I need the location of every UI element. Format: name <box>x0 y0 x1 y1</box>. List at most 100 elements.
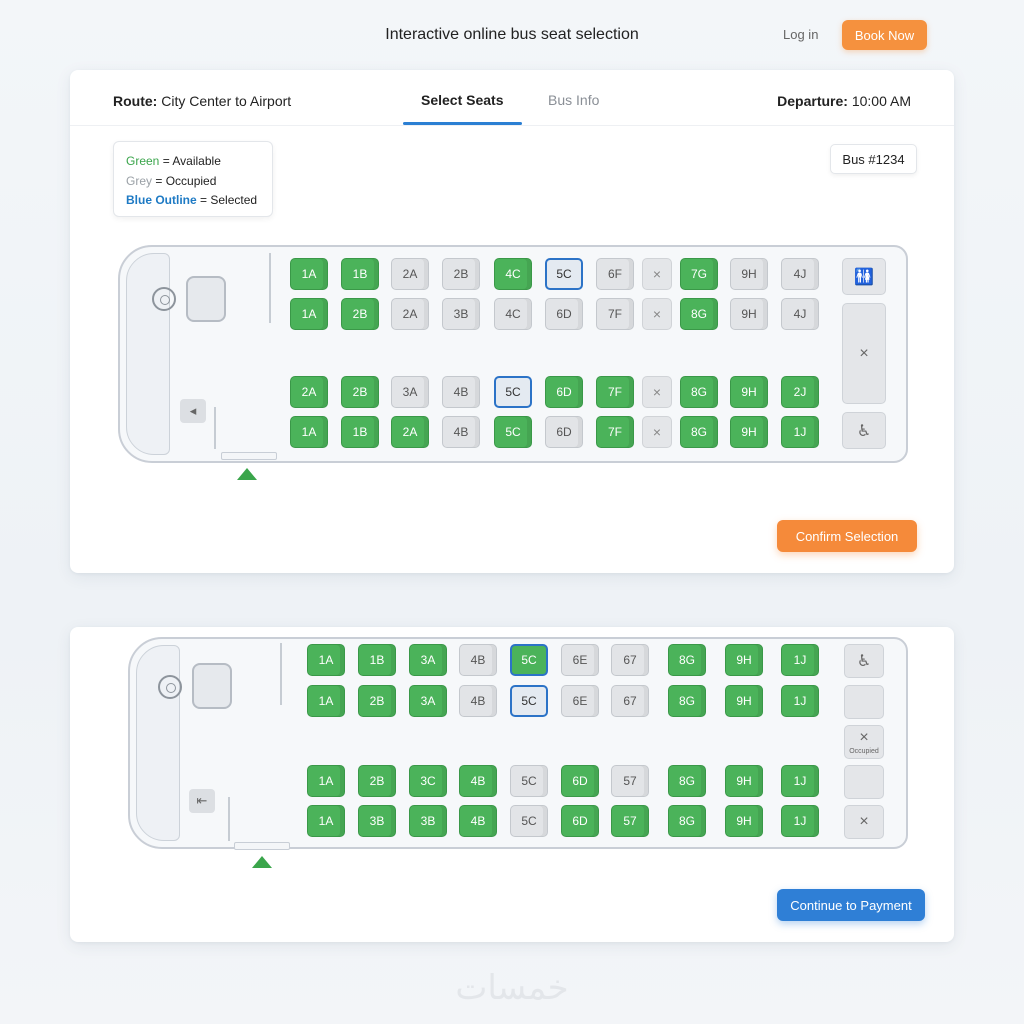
seat-3c[interactable]: 3C <box>409 765 447 797</box>
bus-layout: ⇤ 1A 1B 3A 4B 5C 6E 67 8G 9H 1J 1A 2B 3A 4B 5C 6E 67 8G 9H… <box>128 637 908 850</box>
seat-8g[interactable]: 8G <box>668 685 706 717</box>
seat-57[interactable]: 57 <box>611 805 649 837</box>
seat-1b[interactable]: 1B <box>341 258 379 290</box>
seat-4c[interactable]: 4C <box>494 298 532 330</box>
confirm-selection-button[interactable]: Confirm Selection <box>777 520 917 552</box>
seat-7f[interactable]: 7F <box>596 376 634 408</box>
seat-67[interactable]: 67 <box>611 644 649 676</box>
wheelchair-icon: ♿ <box>842 412 886 449</box>
book-now-button[interactable]: Book Now <box>842 20 927 50</box>
seat-3a[interactable]: 3A <box>409 644 447 676</box>
seat-5c[interactable]: 5C <box>494 376 532 408</box>
seat-3b[interactable]: 3B <box>409 805 447 837</box>
seat-9h[interactable]: 9H <box>725 805 763 837</box>
seat-8g[interactable]: 8G <box>668 644 706 676</box>
seat-9h[interactable]: 9H <box>730 376 768 408</box>
seat-1a[interactable]: 1A <box>307 765 345 797</box>
seat-3b[interactable]: 3B <box>442 298 480 330</box>
empty-space <box>844 765 884 799</box>
empty-space <box>844 685 884 719</box>
seat-6d[interactable]: 6D <box>545 298 583 330</box>
seat-1j[interactable]: 1J <box>781 765 819 797</box>
tab-select-seats[interactable]: Select Seats <box>421 92 504 108</box>
seat-5c[interactable]: 5C <box>510 685 548 717</box>
seat-9h[interactable]: 9H <box>725 685 763 717</box>
seat-6d[interactable]: 6D <box>561 805 599 837</box>
seat-1j[interactable]: 1J <box>781 416 819 448</box>
seat-2a[interactable]: 2A <box>391 258 429 290</box>
seat-4b[interactable]: 4B <box>459 685 497 717</box>
route-value: City Center to Airport <box>161 93 292 109</box>
seat-2b[interactable]: 2B <box>358 765 396 797</box>
occupied-space: × Occupied <box>844 725 884 759</box>
seat-9h[interactable]: 9H <box>730 416 768 448</box>
wheelchair-icon-glyph: ♿ <box>856 653 872 670</box>
seat-1j[interactable]: 1J <box>781 685 819 717</box>
seat-4b[interactable]: 4B <box>459 765 497 797</box>
seat-2a[interactable]: 2A <box>391 298 429 330</box>
seat-8g[interactable]: 8G <box>668 805 706 837</box>
seat-2a[interactable]: 2A <box>290 376 328 408</box>
seat-6e[interactable]: 6E <box>561 685 599 717</box>
watermark: خمسات <box>455 968 569 1008</box>
seat-7f[interactable]: 7F <box>596 416 634 448</box>
seat-9h[interactable]: 9H <box>725 765 763 797</box>
blocked-area: × <box>844 805 884 839</box>
seat-5c[interactable]: 5C <box>510 805 548 837</box>
seat-3b[interactable]: 3B <box>358 805 396 837</box>
seat-1a[interactable]: 1A <box>307 805 345 837</box>
seat-4b[interactable]: 4B <box>442 376 480 408</box>
seat-5c[interactable]: 5C <box>545 258 583 290</box>
seat-6e[interactable]: 6E <box>561 644 599 676</box>
seat-6d[interactable]: 6D <box>545 376 583 408</box>
seat-1b[interactable]: 1B <box>358 644 396 676</box>
steering-wheel-icon <box>152 287 176 311</box>
seat-2b[interactable]: 2B <box>341 298 379 330</box>
seat-9h[interactable]: 9H <box>725 644 763 676</box>
seat-6f[interactable]: 6F <box>596 258 634 290</box>
seat-1a[interactable]: 1A <box>307 685 345 717</box>
seat-1a[interactable]: 1A <box>290 298 328 330</box>
seat-9h[interactable]: 9H <box>730 298 768 330</box>
partition <box>228 797 230 841</box>
seat-2b[interactable]: 2B <box>442 258 480 290</box>
seat-2j[interactable]: 2J <box>781 376 819 408</box>
seat-4b[interactable]: 4B <box>459 644 497 676</box>
seat-5c[interactable]: 5C <box>494 416 532 448</box>
seat-1j[interactable]: 1J <box>781 805 819 837</box>
seat-8g[interactable]: 8G <box>680 298 718 330</box>
seat-9h[interactable]: 9H <box>730 258 768 290</box>
seat-5c[interactable]: 5C <box>510 644 548 676</box>
seat-4j[interactable]: 4J <box>781 258 819 290</box>
seat-4b[interactable]: 4B <box>442 416 480 448</box>
seat-57[interactable]: 57 <box>611 765 649 797</box>
seat-2b[interactable]: 2B <box>341 376 379 408</box>
seat-5c[interactable]: 5C <box>510 765 548 797</box>
seat-3a[interactable]: 3A <box>391 376 429 408</box>
login-link[interactable]: Log in <box>783 27 818 42</box>
restroom-icon: 🚻 <box>842 258 886 295</box>
continue-to-payment-button[interactable]: Continue to Payment <box>777 889 925 921</box>
seat-7g[interactable]: 7G <box>680 258 718 290</box>
seat-1j[interactable]: 1J <box>781 644 819 676</box>
seat-7f[interactable]: 7F <box>596 298 634 330</box>
seat-8g[interactable]: 8G <box>680 376 718 408</box>
seat-1a[interactable]: 1A <box>290 258 328 290</box>
tab-bus-info[interactable]: Bus Info <box>548 92 599 108</box>
seat-1a[interactable]: 1A <box>290 416 328 448</box>
seat-8g[interactable]: 8G <box>680 416 718 448</box>
seat-1b[interactable]: 1B <box>341 416 379 448</box>
seat-4b[interactable]: 4B <box>459 805 497 837</box>
seat-4c[interactable]: 4C <box>494 258 532 290</box>
seat-8g[interactable]: 8G <box>668 765 706 797</box>
seat-1a[interactable]: 1A <box>307 644 345 676</box>
seat-6d[interactable]: 6D <box>545 416 583 448</box>
seat-4j[interactable]: 4J <box>781 298 819 330</box>
seat-2b[interactable]: 2B <box>358 685 396 717</box>
seat-2a[interactable]: 2A <box>391 416 429 448</box>
seat-3a[interactable]: 3A <box>409 685 447 717</box>
exit-icon: ◂ <box>180 399 206 423</box>
blocked-area: × <box>842 303 886 404</box>
seat-67[interactable]: 67 <box>611 685 649 717</box>
seat-6d[interactable]: 6D <box>561 765 599 797</box>
